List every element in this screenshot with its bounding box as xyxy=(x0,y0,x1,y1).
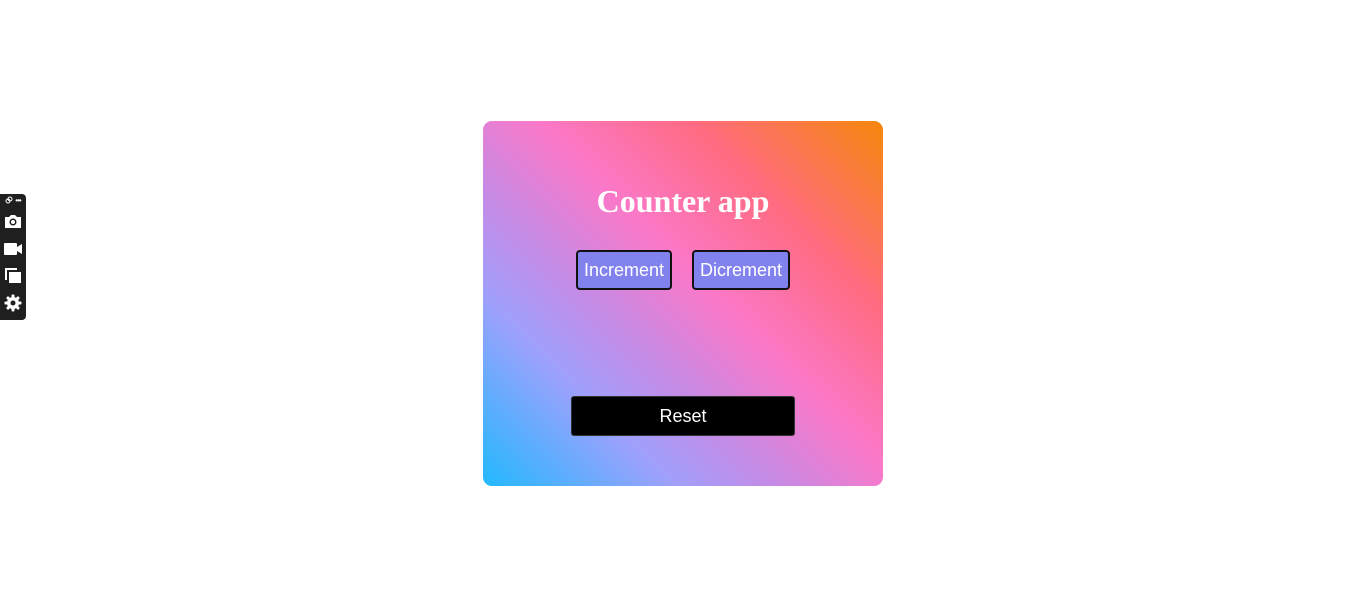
camera-icon xyxy=(4,214,22,229)
video-icon xyxy=(3,242,23,256)
increment-button[interactable]: Increment xyxy=(576,250,672,290)
page: ••• Counter app Increment Dicrement Rese… xyxy=(0,0,1366,607)
copy-button[interactable] xyxy=(0,262,26,289)
settings-button[interactable] xyxy=(0,289,26,316)
app-title: Counter app xyxy=(596,183,770,219)
copy-icon xyxy=(4,267,22,284)
link-icon[interactable] xyxy=(5,196,13,206)
counter-card: Counter app Increment Dicrement Reset xyxy=(483,121,883,486)
toolbar-header: ••• xyxy=(0,194,26,208)
side-toolbar: ••• xyxy=(0,194,26,320)
record-video-button[interactable] xyxy=(0,235,26,262)
decrement-button[interactable]: Dicrement xyxy=(692,250,790,290)
reset-button[interactable]: Reset xyxy=(571,396,795,436)
more-icon[interactable]: ••• xyxy=(15,197,21,205)
screenshot-button[interactable] xyxy=(0,208,26,235)
count-display xyxy=(483,321,883,361)
settings-icon xyxy=(4,294,22,312)
